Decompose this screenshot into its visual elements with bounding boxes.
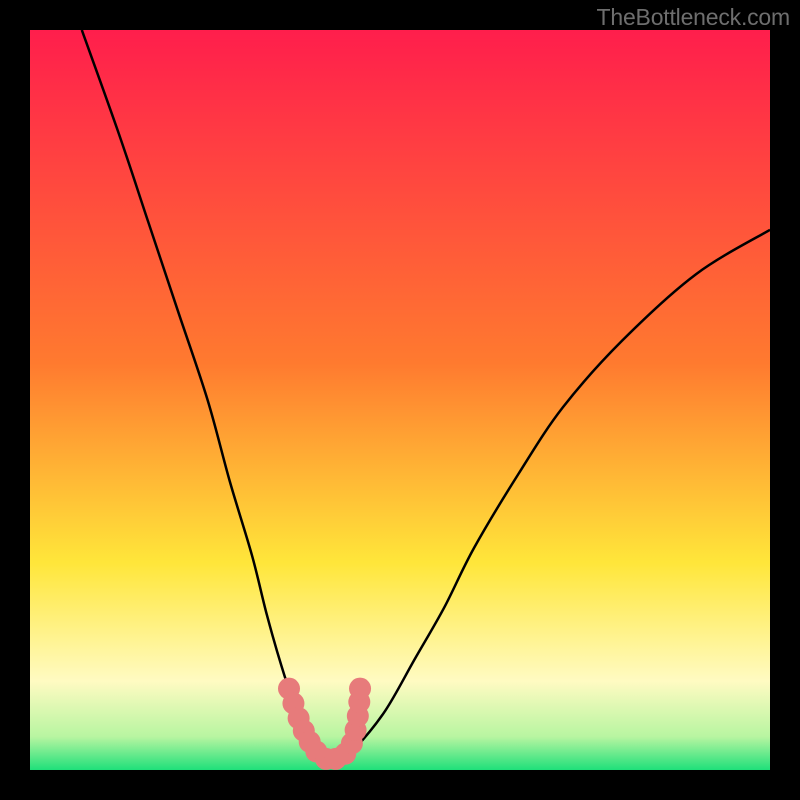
chart-svg	[30, 30, 770, 770]
watermark-text: TheBottleneck.com	[597, 4, 790, 31]
marker-dot	[349, 678, 371, 700]
chart-frame	[30, 30, 770, 770]
gradient-background	[30, 30, 770, 770]
